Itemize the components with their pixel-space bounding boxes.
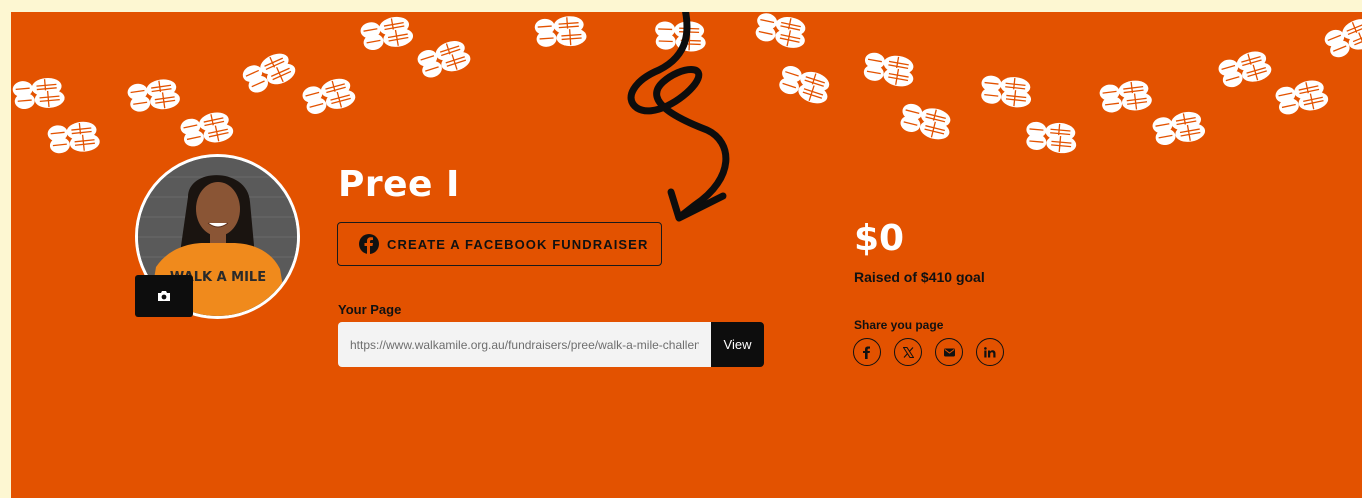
your-page-label: Your Page bbox=[338, 302, 402, 317]
curly-arrow-graphic bbox=[627, 12, 730, 222]
page-url-field[interactable] bbox=[338, 322, 711, 367]
camera-icon bbox=[158, 291, 170, 301]
x-icon bbox=[902, 346, 914, 358]
email-icon bbox=[943, 348, 955, 356]
facebook-button-label: CREATE A FACEBOOK FUNDRAISER bbox=[387, 236, 649, 252]
share-buttons bbox=[853, 338, 1017, 366]
facebook-icon bbox=[863, 346, 870, 359]
create-facebook-fundraiser-button[interactable]: CREATE A FACEBOOK FUNDRAISER bbox=[337, 222, 662, 266]
change-photo-button[interactable] bbox=[135, 275, 193, 317]
fundraiser-name: Pree I bbox=[338, 164, 460, 205]
share-email-button[interactable] bbox=[935, 338, 963, 366]
facebook-icon bbox=[359, 234, 379, 254]
amount-raised: $0 bbox=[854, 218, 905, 259]
linkedin-icon bbox=[984, 346, 996, 357]
share-facebook-button[interactable] bbox=[853, 338, 881, 366]
share-label: Share you page bbox=[854, 318, 944, 332]
profile-banner: WALK A MILE Pree I CREATE A FACEBOOK FUN… bbox=[11, 12, 1362, 498]
share-linkedin-button[interactable] bbox=[976, 338, 1004, 366]
view-page-button[interactable]: View bbox=[711, 322, 764, 367]
profile-avatar: WALK A MILE bbox=[135, 154, 300, 319]
share-x-button[interactable] bbox=[894, 338, 922, 366]
goal-text: Raised of $410 goal bbox=[854, 269, 985, 285]
